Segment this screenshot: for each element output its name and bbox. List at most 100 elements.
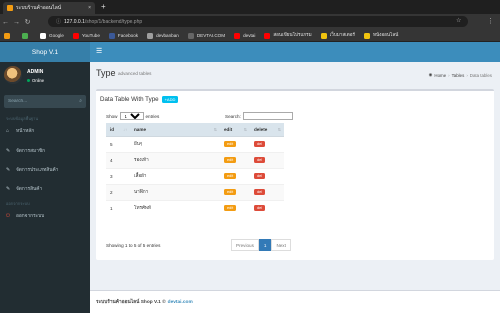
- bookmark-icon: [187, 32, 194, 39]
- app-logo[interactable]: Shop V.1: [0, 42, 90, 62]
- bookmark-label: Facebook: [117, 33, 139, 38]
- bookmark-item[interactable]: DEVTAI.COM: [187, 32, 226, 39]
- menu-toggle-icon[interactable]: ☰: [96, 47, 102, 55]
- edit-button[interactable]: edit: [224, 205, 237, 212]
- bookmarks-bar: Google YouTube Facebook devbanban DEVTAI.COM…: [0, 30, 500, 42]
- bookmark-icon: [22, 32, 28, 39]
- bookmark-item[interactable]: Google: [40, 32, 64, 39]
- table-search-input[interactable]: [242, 112, 293, 120]
- data-table-box: Data Table With Type +ADD Show 10 entrie…: [96, 89, 494, 260]
- sidebar-search-input[interactable]: [8, 99, 72, 104]
- sidebar-item-members[interactable]: ✎ จัดการสมาชิก: [0, 145, 90, 157]
- bookmark-item[interactable]: devbanban: [147, 32, 179, 39]
- sidebar-item-label: จัดการสมาชิก: [16, 149, 46, 154]
- breadcrumb-home[interactable]: Home: [434, 73, 446, 78]
- footer-link[interactable]: devtai.com: [168, 300, 193, 305]
- table-row: 5 ยีนๆ edit del: [106, 135, 284, 152]
- edit-button[interactable]: edit: [224, 173, 237, 179]
- page-1-button[interactable]: 1: [258, 239, 272, 251]
- bookmark-icon: [147, 32, 154, 39]
- cell-edit: edit: [220, 151, 250, 168]
- cell-name: โทรศัพท์: [130, 199, 220, 216]
- url-bar[interactable]: ⓘ 127.0.0.1 /shop/1/backend/type.php: [48, 16, 468, 27]
- breadcrumb-current: Data tables: [469, 72, 492, 78]
- table-info: Showing 1 to 5 of 5 entries: [106, 243, 161, 248]
- power-icon: ⏻: [6, 213, 10, 219]
- sidebar: ADMIN Online ⌕ ระบบข้อมูลพื้นฐาน ⌂ หน้าห…: [0, 62, 90, 313]
- add-button[interactable]: +ADD: [161, 96, 179, 103]
- new-tab-button[interactable]: +: [101, 2, 106, 12]
- sidebar-item-home[interactable]: ⌂ หน้าหลัก: [0, 125, 90, 137]
- box-title: Data Table With Type +ADD: [100, 96, 179, 103]
- reload-icon[interactable]: ↻: [22, 18, 33, 26]
- column-header-id[interactable]: id ↓↑: [106, 123, 130, 137]
- sidebar-item-logout[interactable]: ⏻ ออกจากระบบ: [0, 210, 90, 222]
- column-header-edit[interactable]: edit ⇅: [220, 123, 250, 137]
- avatar: [4, 66, 22, 84]
- sort-icon: ⇅: [277, 127, 281, 132]
- bookmark-item[interactable]: Facebook: [108, 32, 139, 39]
- bookmark-item[interactable]: สอนเขียนโปรแกรม: [264, 32, 312, 39]
- delete-button[interactable]: del: [254, 157, 266, 163]
- sort-icon: ⇅: [213, 127, 217, 132]
- cell-delete: del: [250, 135, 284, 152]
- search-icon[interactable]: ⌕: [79, 98, 82, 104]
- user-panel: ADMIN Online: [0, 62, 90, 92]
- bookmark-item[interactable]: [4, 32, 13, 39]
- column-header-delete[interactable]: delete ⇅: [250, 123, 284, 137]
- column-header-name[interactable]: name ⇅: [130, 123, 220, 137]
- cell-name: รองเท้า: [130, 151, 220, 168]
- breadcrumb-separator: ›: [466, 72, 468, 78]
- bookmark-item[interactable]: devtai: [234, 32, 256, 39]
- bookmark-item[interactable]: หนังออนไลน์: [363, 32, 399, 39]
- box-title-text: Data Table With Type: [100, 96, 159, 103]
- bookmark-item[interactable]: เว็บมาสเตอร์: [320, 32, 355, 39]
- sort-icon: ↓↑: [123, 127, 127, 132]
- delete-button[interactable]: del: [254, 141, 266, 147]
- bookmark-label: หนังออนไลน์: [372, 32, 399, 37]
- previous-button[interactable]: Previous: [231, 239, 259, 251]
- info-icon[interactable]: ⓘ: [56, 18, 61, 25]
- table-row: 4 รองเท้า edit del: [106, 151, 284, 168]
- bookmark-item[interactable]: [22, 32, 31, 39]
- bookmark-label: devtai: [243, 33, 256, 38]
- delete-button[interactable]: del: [254, 189, 266, 195]
- delete-button[interactable]: del: [254, 205, 266, 212]
- top-navbar: ☰: [90, 42, 500, 62]
- page-subtitle: advanced tables: [118, 71, 152, 76]
- browser-tab-bar: ระบบร้านค้าออนไลน์ × +: [0, 0, 500, 14]
- browser-tab[interactable]: ระบบร้านค้าออนไลน์ ×: [3, 2, 95, 14]
- forward-icon[interactable]: →: [11, 19, 22, 26]
- edit-button[interactable]: edit: [224, 189, 237, 195]
- online-dot-icon: [27, 79, 30, 82]
- back-icon[interactable]: ←: [0, 19, 11, 26]
- bookmark-icon: [320, 32, 327, 39]
- tab-close-icon[interactable]: ×: [88, 5, 91, 11]
- browser-menu-icon[interactable]: ⋮: [487, 17, 494, 25]
- bookmark-star-icon[interactable]: ☆: [456, 17, 461, 24]
- edit-button[interactable]: edit: [224, 141, 237, 147]
- sidebar-item-products[interactable]: ✎ จัดการสินค้า: [0, 183, 90, 195]
- cell-delete: del: [250, 199, 284, 216]
- admin-app: Shop V.1 ☰ ADMIN Online ⌕ ระบบข้อมูลพื้น…: [0, 42, 500, 313]
- page-length-select[interactable]: 10: [119, 112, 144, 120]
- user-status-label: Online: [32, 78, 45, 83]
- footer: ระบบร้านค้าออนไลน์ Shop V.1 © devtai.com: [90, 290, 500, 313]
- breadcrumb-tables[interactable]: Tables: [452, 73, 465, 78]
- edit-button[interactable]: edit: [224, 157, 237, 163]
- table-row: 3 เสื้อผ้า edit del: [106, 167, 284, 184]
- table-row: 2 นาฬิกา edit del: [106, 183, 284, 200]
- next-button[interactable]: Next: [271, 239, 291, 251]
- bookmark-item[interactable]: YouTube: [72, 32, 100, 39]
- bookmark-label: DEVTAI.COM: [196, 33, 226, 38]
- edit-icon: ✎: [6, 167, 11, 173]
- table-search: Search:: [225, 112, 293, 120]
- bookmark-icon: [234, 32, 241, 39]
- page-length-control: Show 10 entries: [106, 112, 159, 120]
- cell-edit: edit: [220, 199, 250, 216]
- delete-button[interactable]: del: [254, 173, 266, 179]
- cell-id: 3: [106, 167, 130, 184]
- sidebar-item-types[interactable]: ✎ จัดการประเภทสินค้า: [0, 164, 90, 176]
- page-title: Type: [96, 68, 116, 78]
- sort-icon: ⇅: [243, 127, 247, 132]
